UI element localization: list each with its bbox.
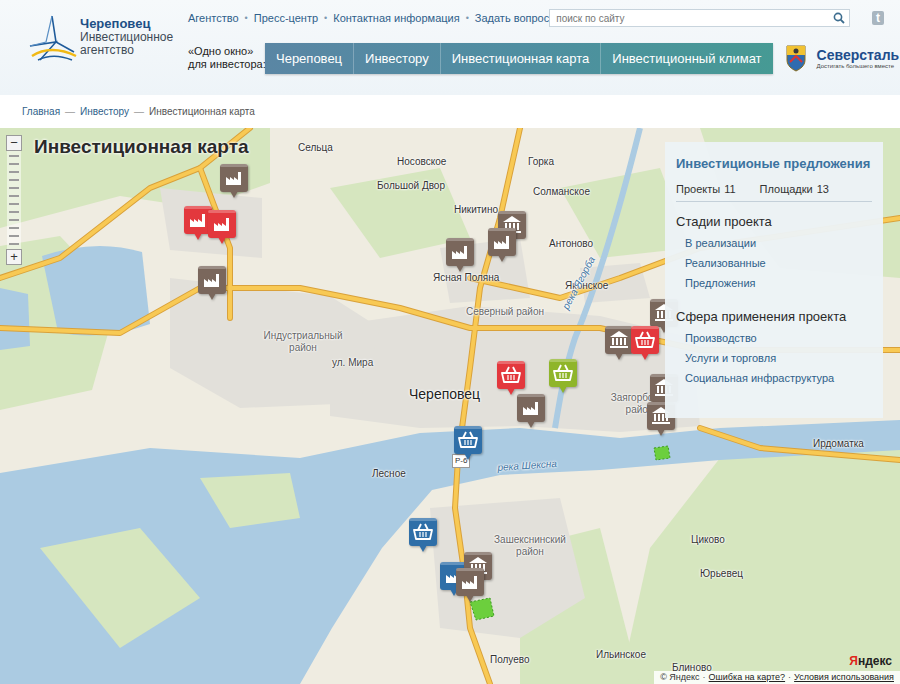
- breadcrumb[interactable]: Инвестору: [80, 106, 129, 117]
- zoom-scale[interactable]: [7, 151, 21, 249]
- pin-factory-icon[interactable]: [488, 228, 516, 262]
- nav-item[interactable]: Череповец: [265, 43, 353, 74]
- logo[interactable]: ЧереповецИнвестиционное агентство: [0, 0, 188, 95]
- yandex-logo[interactable]: Яндекс: [849, 654, 892, 668]
- header: ЧереповецИнвестиционное агентствоАгентст…: [0, 0, 900, 95]
- map-label: Большой Двор: [377, 180, 445, 192]
- filter-section: Стадии проектаВ реализацииРеализованныеП…: [676, 202, 872, 297]
- filter-item[interactable]: Реализованные: [676, 257, 872, 277]
- top-link[interactable]: Задать вопрос: [475, 12, 549, 24]
- pin-factory-icon[interactable]: [517, 394, 545, 428]
- breadcrumb-separator: —: [134, 106, 144, 117]
- pin-basket-icon[interactable]: [454, 426, 482, 460]
- pin-factory-icon[interactable]: [184, 206, 212, 240]
- filter-item[interactable]: В реализации: [676, 237, 872, 257]
- twitter-icon[interactable]: t: [872, 11, 884, 25]
- filter-section: Сфера применения проектаПроизводствоУслу…: [676, 297, 872, 392]
- pin-basket-icon[interactable]: [497, 361, 525, 395]
- search-input[interactable]: [556, 13, 833, 24]
- map-error-link[interactable]: Ошибка на карте?: [709, 672, 786, 682]
- map-label: Индустриальный район: [258, 330, 348, 354]
- map-label: Лесное: [372, 468, 406, 480]
- one-window-label: «Одно окно»для инвестора:: [188, 45, 262, 71]
- map-label: Носовское: [397, 156, 446, 168]
- link-separator: •: [466, 13, 469, 23]
- map-label: Полуево: [490, 654, 530, 666]
- map-title: Инвестиционная карта: [34, 136, 249, 158]
- map-label: Зашекснинский район: [485, 534, 575, 558]
- pin-basket-icon[interactable]: [549, 359, 577, 393]
- breadcrumbs: Главная — Инвестору — Инвестиционная карта: [0, 95, 900, 128]
- zoom-out-button[interactable]: −: [6, 135, 22, 151]
- panel-tab[interactable]: Проекты11: [676, 183, 736, 195]
- link-separator: •: [324, 13, 327, 23]
- section-title: Сфера применения проекта: [676, 309, 872, 332]
- logo-subtitle: Инвестиционное агентство: [80, 31, 180, 57]
- panel-tab[interactable]: Площадки13: [760, 183, 829, 195]
- coat-of-arms-icon[interactable]: [785, 44, 807, 72]
- map-label: ул. Мира: [332, 357, 373, 369]
- nav-item[interactable]: Инвестиционный климат: [600, 43, 772, 74]
- filter-item[interactable]: Социальная инфраструктура: [676, 372, 872, 392]
- main-nav: ЧереповецИнвесторуИнвестиционная картаИн…: [265, 43, 773, 74]
- pin-factory-icon[interactable]: [198, 266, 226, 300]
- map-label: Сельца: [298, 142, 333, 154]
- panel-title: Инвестиционые предложения: [676, 142, 872, 181]
- section-title: Стадии проекта: [676, 214, 872, 237]
- breadcrumb: Инвестиционная карта: [149, 106, 255, 117]
- map-label: Северный район: [466, 306, 544, 318]
- map-label: Ирдоматка: [813, 438, 864, 450]
- zoom-control: −+: [6, 135, 22, 265]
- zoom-in-button[interactable]: +: [6, 249, 22, 265]
- map-attribution: © Яндекс·Ошибка на карте?·Условия исполь…: [654, 671, 900, 684]
- map-label: Никитино: [454, 204, 498, 216]
- map-label: Солманское: [533, 186, 590, 198]
- pin-factory-icon[interactable]: [456, 568, 484, 602]
- top-link[interactable]: Контактная информация: [333, 12, 459, 24]
- filter-item[interactable]: Производство: [676, 332, 872, 352]
- offers-panel: Инвестиционые предложения Проекты11 Площад…: [665, 142, 883, 418]
- panel-tabs: Проекты11 Площадки13: [676, 181, 872, 202]
- breadcrumb[interactable]: Главная: [22, 106, 60, 117]
- top-link[interactable]: Пресс-центр: [254, 12, 318, 24]
- nav-item[interactable]: Инвестиционная карта: [440, 43, 601, 74]
- map-label: Череповец: [409, 386, 480, 402]
- pin-factory-icon[interactable]: [446, 238, 474, 272]
- pin-basket-icon[interactable]: [631, 326, 659, 360]
- map-label: Ильинское: [596, 649, 646, 661]
- breadcrumb-separator: —: [65, 106, 75, 117]
- map-label: Циково: [691, 534, 725, 546]
- partner-tagline: Достигать большего вместе: [817, 63, 900, 69]
- pin-basket-icon[interactable]: [409, 518, 437, 552]
- pin-building-icon[interactable]: [605, 326, 633, 360]
- map-label: Антоново: [549, 238, 593, 250]
- severstal-logo[interactable]: СеверстальДостигать большего вместе: [817, 47, 900, 69]
- map-label: Горка: [528, 156, 554, 168]
- pin-factory-icon[interactable]: [208, 210, 236, 244]
- partner-name: Северсталь: [817, 47, 900, 63]
- map-label: Юрьевец: [700, 568, 743, 580]
- filter-item[interactable]: Предложения: [676, 277, 872, 297]
- search-icon[interactable]: [833, 12, 845, 24]
- logo-city: Череповец: [80, 16, 180, 31]
- search-box: [549, 9, 850, 27]
- pin-factory-icon[interactable]: [220, 164, 248, 198]
- map-label: Ясная Поляна: [433, 272, 499, 284]
- link-separator: •: [245, 13, 248, 23]
- page: ЧереповецИнвестиционное агентствоАгентст…: [0, 0, 900, 684]
- terms-link[interactable]: Условия использования: [794, 672, 894, 682]
- map[interactable]: Сельца Носовское Горка Большой Двор Солманск…: [0, 128, 900, 684]
- filter-item[interactable]: Услуги и торговля: [676, 352, 872, 372]
- nav-item[interactable]: Инвестору: [353, 43, 440, 74]
- top-links: Агентство • Пресс-центр • Контактная информа…: [188, 12, 549, 24]
- agency-logo-icon: [26, 12, 78, 64]
- top-link[interactable]: Агентство: [188, 12, 239, 24]
